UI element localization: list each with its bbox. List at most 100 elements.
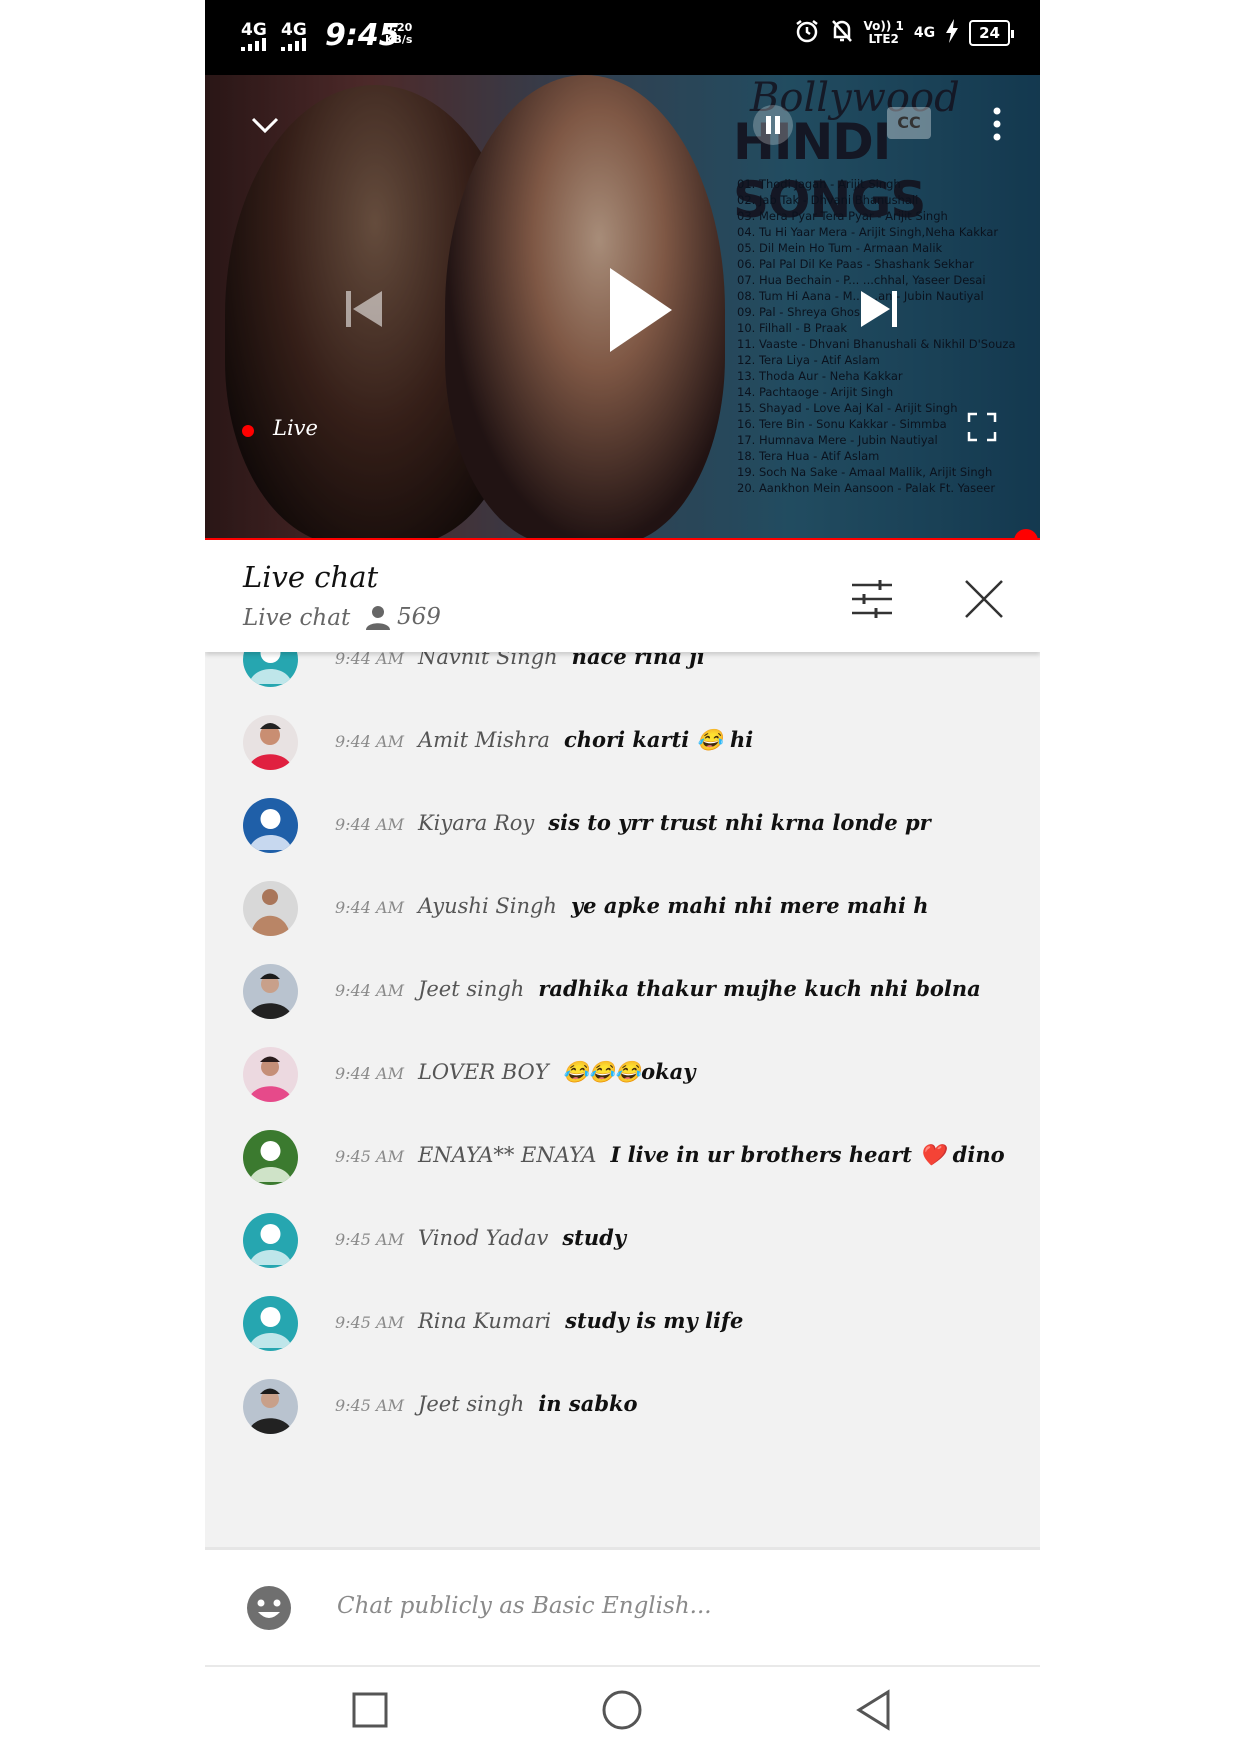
- message-text: sis to yrr trust nhi krna londe pr: [548, 810, 931, 835]
- pause-toggle[interactable]: [753, 105, 793, 145]
- square-icon: [352, 1692, 388, 1728]
- network-speed-unit: KB/s: [385, 33, 413, 46]
- battery-icon: 24: [969, 20, 1014, 46]
- charging-icon: [945, 19, 959, 47]
- message-timestamp: 9:44 AM: [335, 981, 404, 1000]
- chat-message[interactable]: 9:44 AM Ayushi Singh ye apke mahi nhi mere…: [205, 869, 1040, 949]
- avatar[interactable]: [243, 715, 298, 770]
- person-icon: [365, 604, 391, 630]
- avatar[interactable]: [243, 1296, 298, 1351]
- emoji-icon: [247, 1586, 291, 1630]
- message-timestamp: 9:45 AM: [335, 1396, 404, 1415]
- skip-previous-icon: [346, 291, 382, 327]
- live-label: Live: [273, 416, 318, 440]
- chat-message[interactable]: 9:45 AM ENAYA** ENAYA I live in ur brother…: [205, 1118, 1040, 1198]
- chat-message-content: 9:45 AM Rina Kumari study is my life: [335, 1308, 743, 1333]
- signal-icon: [281, 38, 306, 51]
- fullscreen-button[interactable]: [967, 412, 997, 442]
- play-button[interactable]: [590, 260, 680, 360]
- recents-button[interactable]: [345, 1685, 395, 1735]
- chat-message-content: 9:44 AM LOVER BOY 😂😂😂okay: [335, 1059, 695, 1085]
- next-button[interactable]: [853, 283, 905, 335]
- chat-message[interactable]: 9:44 AM Navnit Singh nace rina ji: [205, 652, 1040, 700]
- message-text: I live in ur brothers heart ❤️ dino: [610, 1142, 1005, 1167]
- chat-message[interactable]: 9:45 AM Vinod Yadav study: [205, 1201, 1040, 1281]
- viewer-count: 569: [397, 604, 441, 630]
- volte-indicator: Vo)) 1 LTE2: [864, 20, 904, 46]
- home-button[interactable]: [597, 1685, 647, 1735]
- avatar[interactable]: [243, 881, 298, 936]
- message-timestamp: 9:45 AM: [335, 1313, 404, 1332]
- circle-icon: [602, 1690, 642, 1730]
- chevron-down-icon: [251, 117, 279, 134]
- message-author[interactable]: Navnit Singh: [418, 652, 558, 669]
- chat-message[interactable]: 9:44 AM LOVER BOY 😂😂😂okay: [205, 1035, 1040, 1115]
- chat-message[interactable]: 9:45 AM Jeet singh in sabko: [205, 1367, 1040, 1447]
- tune-icon: [852, 580, 892, 618]
- chat-message-content: 9:44 AM Navnit Singh nace rina ji: [335, 652, 705, 669]
- avatar[interactable]: [243, 1379, 298, 1434]
- message-text: ye apke mahi nhi mere mahi h: [570, 893, 929, 918]
- message-author[interactable]: Jeet singh: [418, 1392, 524, 1416]
- minimize-button[interactable]: [245, 105, 285, 145]
- message-author[interactable]: Rina Kumari: [418, 1309, 551, 1333]
- message-text: 😂😂😂okay: [562, 1059, 696, 1084]
- message-author[interactable]: Ayushi Singh: [418, 894, 557, 918]
- avatar[interactable]: [243, 1213, 298, 1268]
- chat-message-content: 9:45 AM ENAYA** ENAYA I live in ur brother…: [335, 1142, 1005, 1168]
- back-triangle-icon: [856, 1689, 890, 1731]
- message-text: study is my life: [565, 1308, 744, 1333]
- network-type-1: 4G: [241, 20, 267, 40]
- message-text: study: [562, 1225, 627, 1250]
- message-timestamp: 9:44 AM: [335, 732, 404, 751]
- chat-message[interactable]: 9:44 AM Amit Mishra chori karti 😂 hi: [205, 703, 1040, 783]
- message-author[interactable]: ENAYA** ENAYA: [418, 1143, 597, 1167]
- message-text: in sabko: [538, 1391, 638, 1416]
- chat-message[interactable]: 9:44 AM Kiyara Roy sis to yrr trust nhi kr…: [205, 786, 1040, 866]
- avatar[interactable]: [243, 1130, 298, 1185]
- chat-settings-button[interactable]: [850, 577, 894, 621]
- message-author[interactable]: Vinod Yadav: [418, 1226, 548, 1250]
- chat-message[interactable]: 9:45 AM Rina Kumari study is my life: [205, 1284, 1040, 1364]
- more-vert-icon: [993, 107, 1001, 141]
- avatar[interactable]: [243, 798, 298, 853]
- chat-title: Live chat: [243, 560, 379, 594]
- message-author[interactable]: Kiyara Roy: [418, 811, 534, 835]
- chat-mode-selector[interactable]: Live chat: [243, 605, 350, 631]
- chat-message-content: 9:45 AM Jeet singh in sabko: [335, 1391, 638, 1416]
- chat-message-input[interactable]: [335, 1580, 939, 1632]
- close-chat-button[interactable]: [962, 577, 1006, 621]
- phone-screen: 4G 4G 9:45 0.20 KB/s Vo)) 1 LTE2 4G 24 Bol…: [205, 0, 1040, 1753]
- live-indicator-dot: [242, 425, 254, 437]
- message-timestamp: 9:44 AM: [335, 898, 404, 917]
- chat-message-content: 9:44 AM Jeet singh radhika thakur mujhe ku…: [335, 976, 981, 1001]
- mute-icon: [830, 18, 854, 48]
- message-text: radhika thakur mujhe kuch nhi bolna: [538, 976, 981, 1001]
- fullscreen-icon: [967, 412, 997, 442]
- message-timestamp: 9:45 AM: [335, 1147, 404, 1166]
- more-options-button[interactable]: [987, 103, 1007, 147]
- alarm-icon: [794, 18, 820, 48]
- battery-level: 24: [979, 24, 1000, 42]
- message-author[interactable]: Jeet singh: [418, 977, 524, 1001]
- avatar[interactable]: [243, 652, 298, 687]
- video-player[interactable]: Bollywood HINDI SONGS 01. Thodi Jagah - …: [205, 75, 1040, 540]
- avatar[interactable]: [243, 1047, 298, 1102]
- message-timestamp: 9:44 AM: [335, 815, 404, 834]
- message-author[interactable]: LOVER BOY: [418, 1060, 549, 1084]
- status-bar: 4G 4G 9:45 0.20 KB/s Vo)) 1 LTE2 4G 24: [205, 0, 1040, 75]
- close-icon: [965, 580, 1003, 618]
- skip-next-icon: [861, 291, 897, 327]
- back-button[interactable]: [850, 1685, 900, 1735]
- chat-message-content: 9:44 AM Kiyara Roy sis to yrr trust nhi kr…: [335, 810, 931, 835]
- emoji-button[interactable]: [245, 1584, 293, 1632]
- captions-button[interactable]: CC: [887, 107, 931, 139]
- message-timestamp: 9:45 AM: [335, 1230, 404, 1249]
- chat-message[interactable]: 9:44 AM Jeet singh radhika thakur mujhe ku…: [205, 952, 1040, 1032]
- previous-button[interactable]: [338, 283, 390, 335]
- chat-message-list[interactable]: 9:44 AM Navnit Singh nace rina ji 9:44 AM Am…: [205, 652, 1040, 1547]
- avatar[interactable]: [243, 964, 298, 1019]
- message-author[interactable]: Amit Mishra: [418, 728, 550, 752]
- status-icons: Vo)) 1 LTE2 4G 24: [794, 18, 1014, 48]
- network-speed: 0.20 KB/s: [385, 22, 412, 46]
